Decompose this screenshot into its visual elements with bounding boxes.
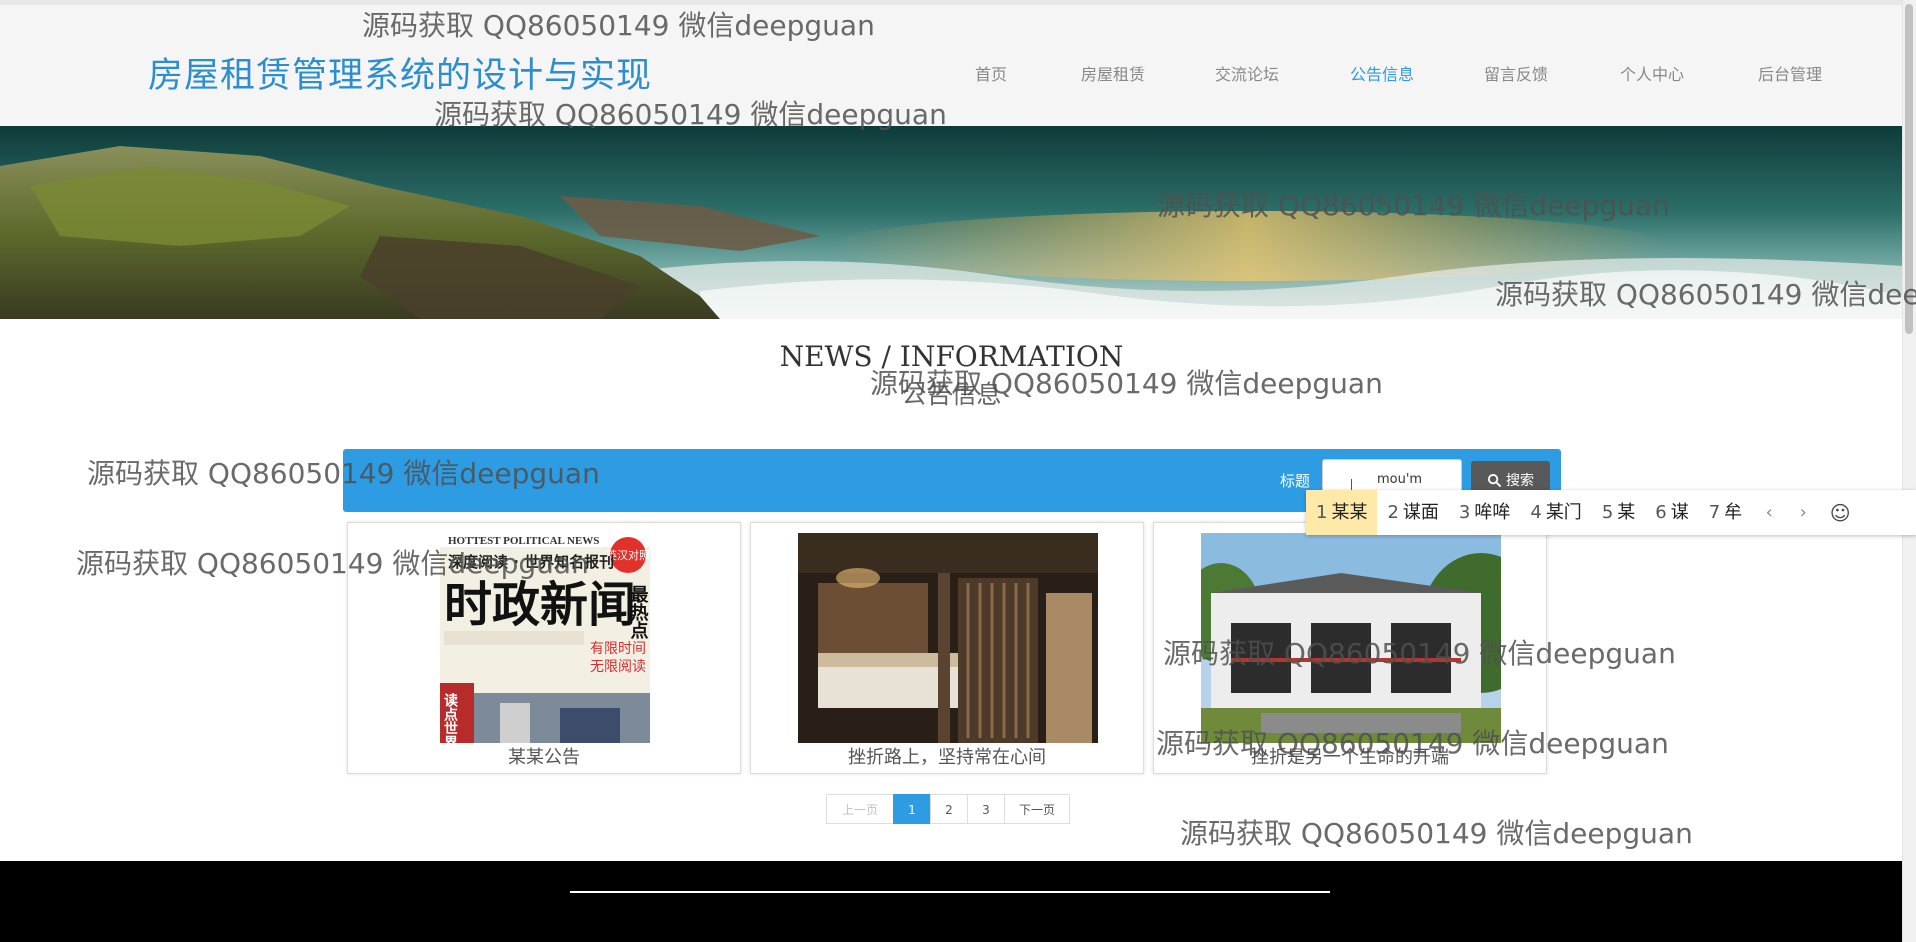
nav-profile[interactable]: 个人中心 (1620, 61, 1684, 85)
notice-card[interactable]: HOTTEST POLITICAL NEWS 英汉对照 深度阅读 · 世界知名报… (347, 522, 741, 774)
page-1-button[interactable]: 1 (893, 794, 931, 824)
page-scrollbar[interactable] (1902, 0, 1916, 942)
notice-title[interactable]: 某某公告 (348, 743, 740, 769)
ime-candidate[interactable]: 2 谋面 (1377, 490, 1448, 535)
prev-page-button[interactable]: 上一页 (826, 794, 894, 824)
site-header: 房屋租赁管理系统的设计与实现 首页 房屋租赁 交流论坛 公告信息 留言反馈 个人… (0, 0, 1903, 126)
footer-divider (570, 891, 1330, 893)
ime-candidate[interactable]: 7牟 (1699, 490, 1752, 535)
ime-candidate-bar: 1 某某 2 谋面 3 哞哞 4 某门 5某 6谋 7牟 ‹ › ☺ (1306, 490, 1916, 535)
cover-promo-2: 无限阅读 (590, 658, 646, 675)
notice-card[interactable]: 挫折路上，坚持常在心间 (750, 522, 1144, 774)
notice-image-bedroom (798, 533, 1098, 743)
cover-subtitle-text: 深度阅读 · 世界知名报刊 (448, 553, 614, 571)
pagination: 上一页 1 2 3 下一页 (826, 794, 1070, 824)
cover-promo-1: 有限时间 (590, 641, 646, 657)
next-page-button[interactable]: 下一页 (1004, 794, 1070, 824)
section-title-cn: 公告信息 (901, 380, 1002, 409)
nav-home[interactable]: 首页 (975, 61, 1007, 85)
ime-candidate[interactable]: 3 哞哞 (1449, 490, 1520, 535)
cover-top-text: HOTTEST POLITICAL NEWS (448, 535, 599, 547)
cover-main-text: 时政新闻 (444, 577, 636, 633)
search-icon (1487, 473, 1502, 487)
notice-image-houses (1201, 533, 1501, 743)
banner-image (0, 126, 1903, 319)
page: 房屋租赁管理系统的设计与实现 首页 房屋租赁 交流论坛 公告信息 留言反馈 个人… (0, 0, 1903, 942)
notice-title[interactable]: 挫折是另一个生命的开端 (1154, 743, 1546, 769)
nav-rental[interactable]: 房屋租赁 (1081, 61, 1145, 85)
ime-candidate[interactable]: 5某 (1592, 490, 1645, 535)
page-3-button[interactable]: 3 (967, 794, 1005, 824)
ime-candidate[interactable]: 6谋 (1645, 490, 1698, 535)
search-label: 标题 (1280, 472, 1311, 490)
nav-notice[interactable]: 公告信息 (1350, 61, 1414, 85)
search-button-label: 搜索 (1506, 472, 1534, 488)
ime-emoji-icon[interactable]: ☺ (1820, 501, 1860, 525)
main-nav: 首页 房屋租赁 交流论坛 公告信息 留言反馈 个人中心 后台管理 (0, 61, 1903, 85)
nav-forum[interactable]: 交流论坛 (1215, 61, 1279, 85)
cover-side-text: 最热点 (628, 585, 649, 640)
site-footer (0, 861, 1903, 942)
scrollbar-thumb[interactable] (1905, 4, 1913, 334)
notice-card[interactable]: 挫折是另一个生命的开端 (1153, 522, 1547, 774)
nav-feedback[interactable]: 留言反馈 (1484, 61, 1548, 85)
ime-prev-icon[interactable]: ‹ (1752, 502, 1786, 523)
notice-image-book: HOTTEST POLITICAL NEWS 英汉对照 深度阅读 · 世界知名报… (440, 533, 650, 743)
ime-candidate[interactable]: 1 某某 (1306, 490, 1378, 535)
ime-next-icon[interactable]: › (1786, 502, 1820, 523)
cover-vertical-text: 读点世界 感受最地道 (442, 692, 458, 743)
notice-title[interactable]: 挫折路上，坚持常在心间 (751, 743, 1143, 769)
page-2-button[interactable]: 2 (930, 794, 968, 824)
nav-admin[interactable]: 后台管理 (1758, 61, 1822, 85)
ime-candidate[interactable]: 4 某门 (1520, 490, 1591, 535)
section-title-en: NEWS / INFORMATION (779, 340, 1124, 373)
